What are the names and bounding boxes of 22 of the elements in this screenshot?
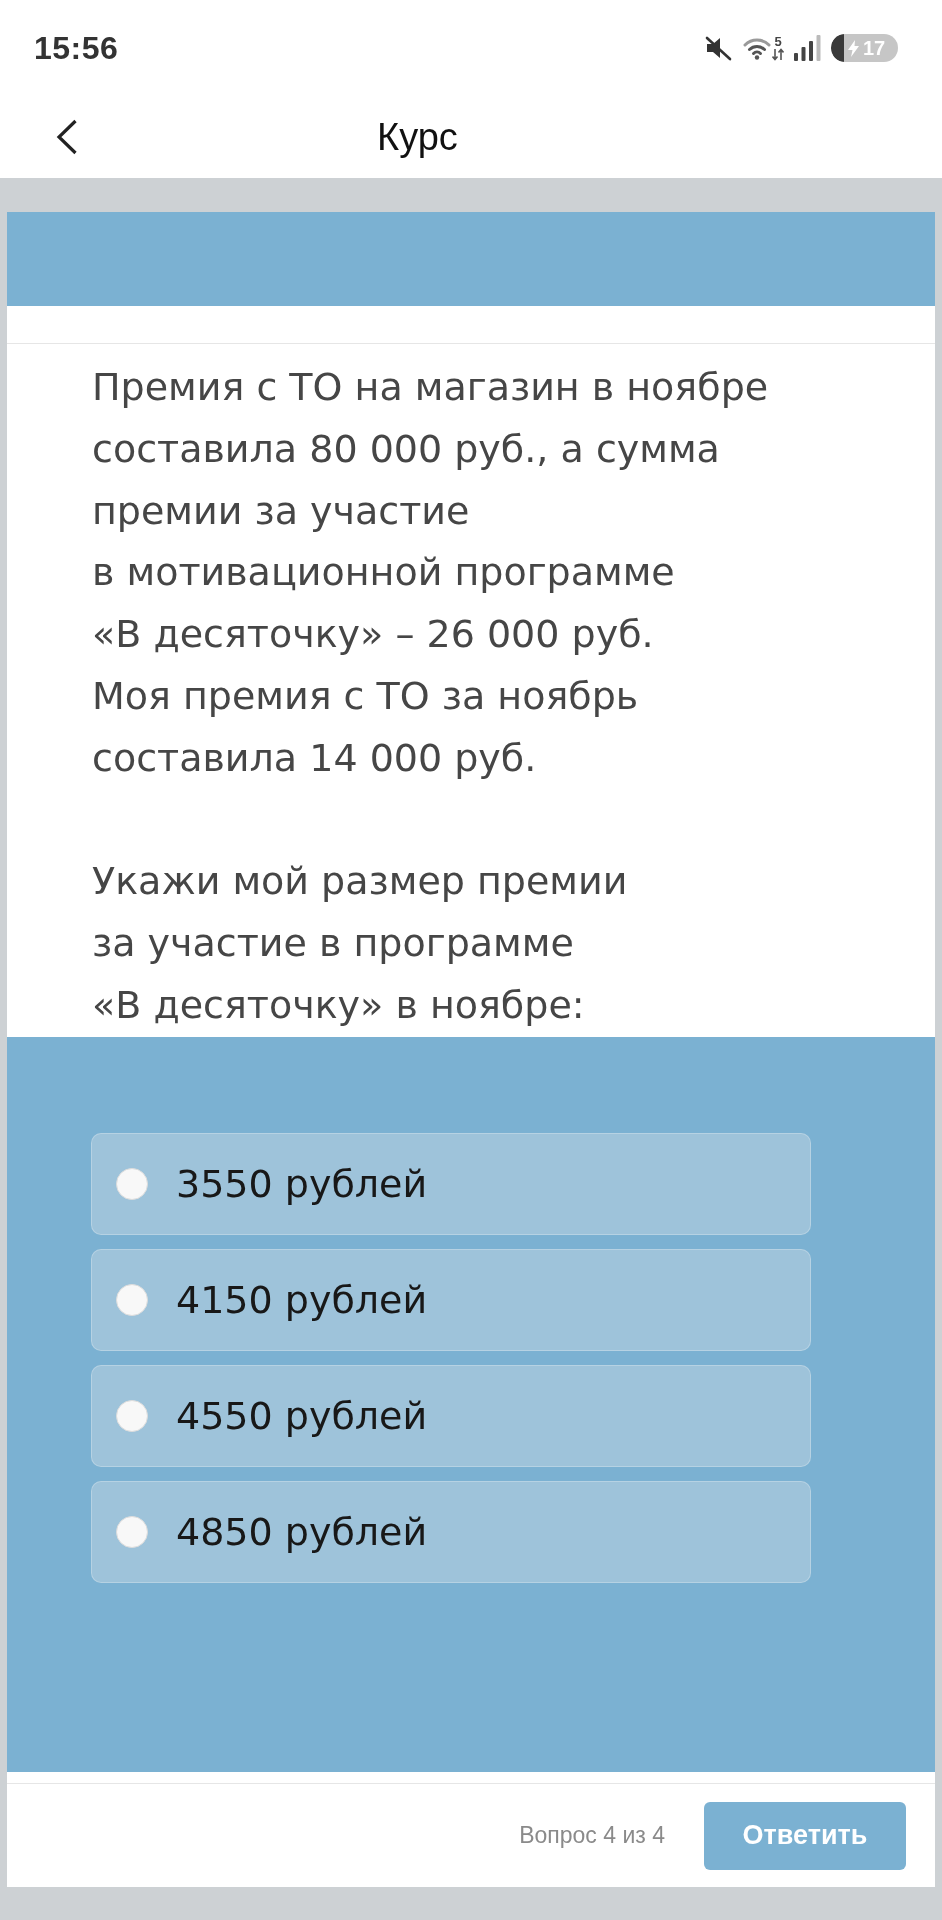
answer-option[interactable]: 4850 рублей (91, 1481, 811, 1583)
radio-button[interactable] (116, 1168, 148, 1200)
bolt-icon (848, 39, 859, 57)
radio-button[interactable] (116, 1284, 148, 1316)
question-counter: Вопрос 4 из 4 (519, 1822, 665, 1849)
radio-button[interactable] (116, 1516, 148, 1548)
signal-icon (794, 35, 821, 61)
battery-percent: 17 (863, 36, 886, 60)
answer-option[interactable]: 3550 рублей (91, 1133, 811, 1235)
question-text: Укажи мой размер премии за участие в программе «В десяточку» в ноябре: (92, 858, 629, 1029)
answer-option[interactable]: 4550 рублей (91, 1365, 811, 1467)
radio-button[interactable] (116, 1400, 148, 1432)
muted-speaker-icon (704, 35, 733, 61)
status-time: 15:56 (34, 29, 119, 67)
data-arrows-icon (772, 47, 784, 61)
question-text: Премия с ТО на магазин в ноябре составила 80 000 руб., а сумма премии за участие в мотивационной программе «В десяточку» – 26 000 руб. Моя премия с ТО за ноябрь составила 14 000 руб. (92, 364, 770, 782)
wifi-icon (743, 36, 771, 60)
chevron-left-icon (56, 119, 78, 155)
answer-option[interactable]: 4150 рублей (91, 1249, 811, 1351)
wifi-label: 5 (774, 35, 782, 48)
page-title: Курс (377, 115, 458, 159)
battery-charge-icon (831, 34, 844, 62)
